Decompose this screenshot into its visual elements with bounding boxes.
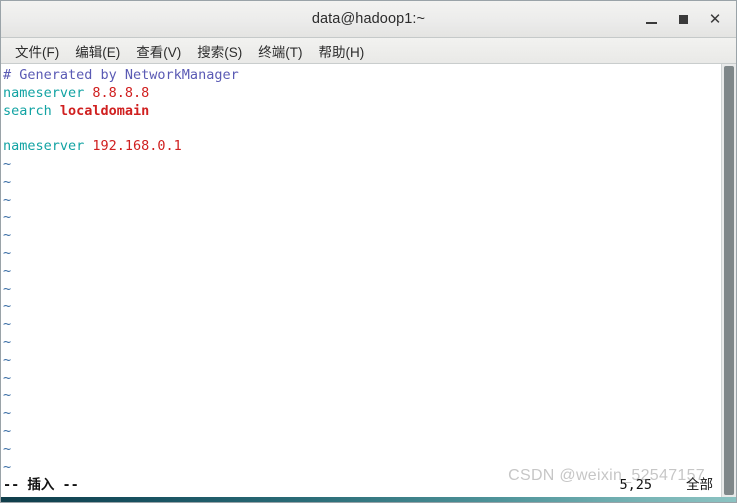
minimize-button[interactable] <box>636 4 666 34</box>
editor-empty-lines: ~~~~~~~~~~~~~~~~~~~ <box>3 156 721 494</box>
empty-line-marker: ~ <box>3 422 12 439</box>
minimize-icon <box>645 22 657 24</box>
empty-line-marker: ~ <box>3 173 12 190</box>
editor-buffer: # Generated by NetworkManager nameserver … <box>3 67 721 156</box>
empty-line-marker: ~ <box>3 458 12 475</box>
empty-line-marker: ~ <box>3 387 12 404</box>
empty-line-marker: ~ <box>3 440 12 457</box>
terminal-output[interactable]: # Generated by NetworkManager nameserver … <box>1 64 721 497</box>
vertical-scrollbar[interactable] <box>721 64 736 497</box>
empty-line-marker: ~ <box>3 244 12 261</box>
config-value: 192.168.0.1 <box>92 138 182 155</box>
menubar: 文件(F) 编辑(E) 查看(V) 搜索(S) 终端(T) 帮助(H) <box>1 38 736 64</box>
config-value: 8.8.8.8 <box>92 84 150 101</box>
terminal-line: # Generated by NetworkManager <box>3 67 721 85</box>
config-key: search <box>3 102 60 119</box>
scroll-indicator: 全部 <box>686 477 713 494</box>
vim-statusline: -- 插入 -- 5,25 全部 <box>1 475 721 497</box>
comment-text: # Generated by NetworkManager <box>3 67 239 83</box>
empty-line-marker: ~ <box>3 191 12 208</box>
empty-line-marker: ~ <box>3 333 12 350</box>
empty-line-marker: ~ <box>3 405 12 422</box>
window-controls: ✕ <box>636 1 730 37</box>
window-title: data@hadoop1:~ <box>311 11 426 27</box>
maximize-button[interactable] <box>668 4 698 34</box>
empty-line-marker: ~ <box>3 209 12 226</box>
empty-line-marker: ~ <box>3 227 12 244</box>
scrollbar-thumb[interactable] <box>724 66 734 495</box>
menu-item-help[interactable]: 帮助(H) <box>311 39 373 63</box>
menu-item-search[interactable]: 搜索(S) <box>189 39 250 63</box>
menu-item-file[interactable]: 文件(F) <box>7 39 67 63</box>
titlebar: data@hadoop1:~ ✕ <box>1 1 736 38</box>
empty-line-marker: ~ <box>3 316 12 333</box>
config-value: localdomain <box>59 102 150 119</box>
maximize-icon <box>678 14 688 24</box>
menu-item-edit[interactable]: 编辑(E) <box>67 39 128 63</box>
terminal-line: nameserver 192.168.0.1 <box>3 138 721 156</box>
empty-line-marker: ~ <box>3 155 12 172</box>
close-icon: ✕ <box>708 10 722 28</box>
vim-mode-indicator: -- 插入 -- <box>3 477 79 494</box>
config-key: nameserver <box>3 138 93 155</box>
terminal-area: # Generated by NetworkManager nameserver … <box>1 64 736 497</box>
menu-item-terminal[interactable]: 终端(T) <box>250 39 310 63</box>
terminal-line: nameserver 8.8.8.8 <box>3 85 721 103</box>
config-key: nameserver <box>3 84 93 101</box>
close-button[interactable]: ✕ <box>700 4 730 34</box>
terminal-window: data@hadoop1:~ ✕ 文件(F) 编辑(E) 查看(V) 搜索(S)… <box>0 0 737 503</box>
cursor-position: 5,25 <box>619 477 652 494</box>
empty-line-marker: ~ <box>3 262 12 279</box>
terminal-line: search localdomain <box>3 103 721 121</box>
empty-line-marker: ~ <box>3 369 12 386</box>
empty-line-marker: ~ <box>3 298 12 315</box>
empty-line-marker: ~ <box>3 280 12 297</box>
empty-line-marker: ~ <box>3 351 12 368</box>
bottom-accent-strip <box>1 497 736 502</box>
menu-item-view[interactable]: 查看(V) <box>128 39 189 63</box>
